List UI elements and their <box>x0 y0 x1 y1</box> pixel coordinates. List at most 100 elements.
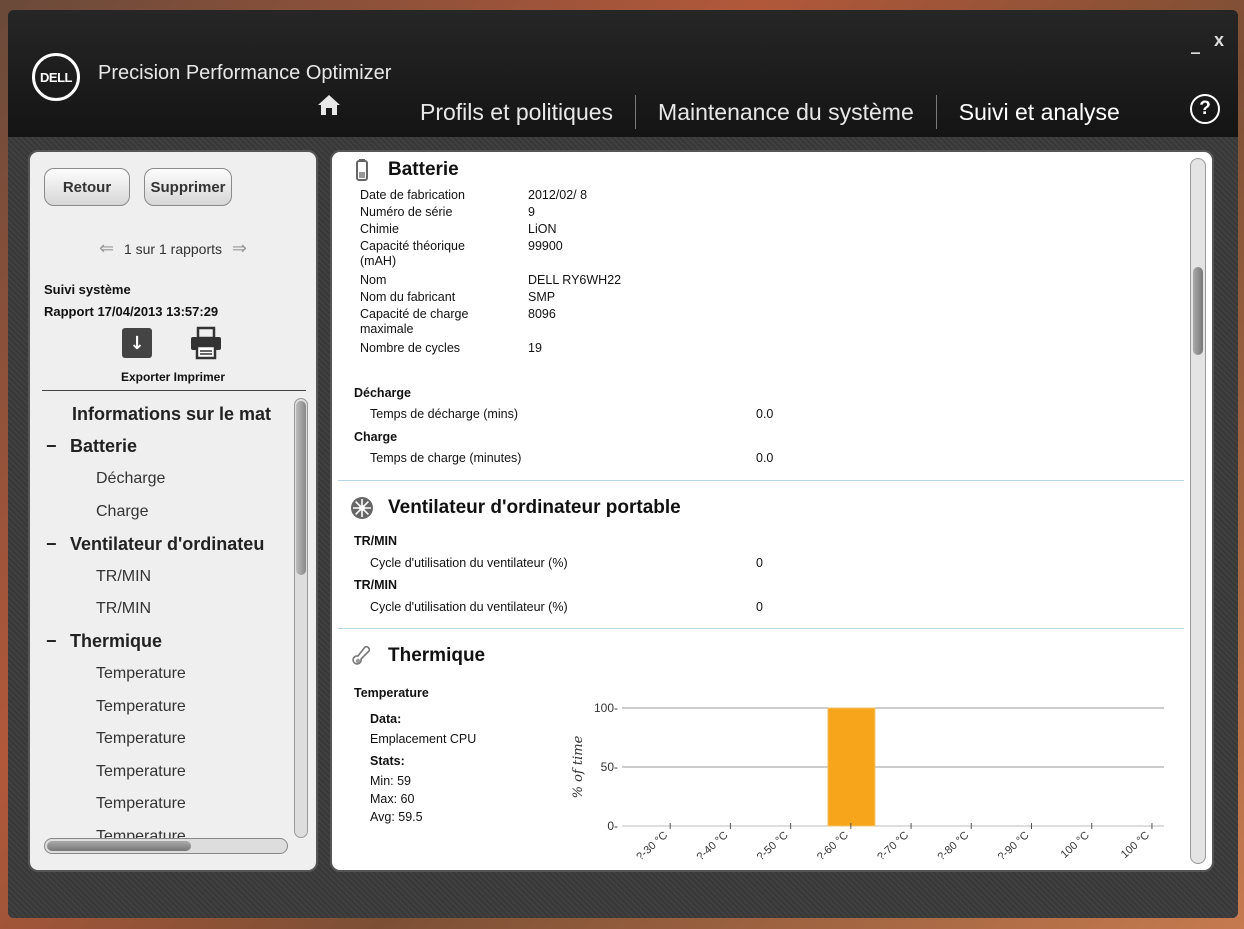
battery-field-label-line: Date de fabrication <box>360 188 465 202</box>
location-text: Emplacement CPU <box>370 732 477 746</box>
prev-arrow-icon[interactable]: ⇐ <box>99 238 114 258</box>
tree-leaf-item[interactable]: Charge <box>30 496 292 529</box>
battery-field-label-line: Capacité théorique <box>360 239 465 253</box>
battery-field-value: 2012/02/ 8 <box>528 188 588 202</box>
battery-header: Batterie <box>350 158 459 182</box>
report-title: Suivi système <box>44 282 131 297</box>
tree-leaf-item[interactable]: TR/MIN <box>30 561 292 594</box>
fan-duty-value-2: 0 <box>756 600 763 614</box>
y-tick-label: 0- <box>607 819 618 833</box>
pager-text: 1 sur 1 rapports <box>123 241 223 257</box>
tree-leaf-item[interactable]: Temperature <box>30 691 292 724</box>
tree-group-item[interactable]: − Thermique <box>30 626 292 659</box>
main-nav: Profils et politiques Maintenance du sys… <box>408 92 1142 132</box>
minimize-button[interactable]: _ <box>1191 34 1200 55</box>
fan-duty-label-1: Cycle d'utilisation du ventilateur (%) <box>370 556 568 570</box>
tree-group-item[interactable]: − Ventilateur d'ordinateu <box>30 528 292 561</box>
tree-horizontal-scroll-thumb[interactable] <box>47 841 191 851</box>
stat-min: Min: 59 <box>370 774 411 788</box>
battery-field-value: DELL RY6WH22 <box>528 273 622 287</box>
battery-field-label: Numéro de série <box>360 205 452 220</box>
battery-field-value: SMP <box>528 290 556 304</box>
battery-field-label-line: Numéro de série <box>360 205 453 219</box>
tree-vertical-scroll-thumb[interactable] <box>296 401 306 575</box>
nav-maintenance[interactable]: Maintenance du système <box>635 95 936 129</box>
battery-field-label: Date de fabrication <box>360 188 465 203</box>
x-tick-label: ?-70 °C <box>875 829 911 863</box>
next-arrow-icon[interactable]: ⇒ <box>232 238 247 258</box>
tree-vertical-scrollbar[interactable] <box>294 398 308 838</box>
x-tick-label: ?-80 °C <box>935 829 971 863</box>
tree-item-label: Temperature <box>96 730 186 748</box>
fan-title: Ventilateur d'ordinateur portable <box>388 497 681 518</box>
battery-field-label: Capacité de charge maximale <box>360 307 468 337</box>
battery-field-value: LiON <box>528 222 557 236</box>
export-download-icon[interactable]: ↓ <box>122 328 152 358</box>
battery-field-value: 19 <box>528 341 542 355</box>
fan-duty-label-2: Cycle d'utilisation du ventilateur (%) <box>370 600 568 614</box>
stats-label: Stats: <box>370 754 405 768</box>
x-tick-label: 100 °C <box>1119 829 1152 861</box>
tree-group-item[interactable]: − Batterie <box>30 431 292 464</box>
fan-rpm-header-2: TR/MIN <box>354 578 398 592</box>
tree-leaf-item[interactable]: Temperature <box>30 756 292 789</box>
y-axis-label: % of time <box>571 735 586 798</box>
battery-field-label: Nombre de cycles <box>360 341 460 356</box>
x-tick-label: ?-60 °C <box>815 829 851 863</box>
collapse-icon[interactable]: − <box>46 534 70 555</box>
fan-duty-value-1: 0 <box>756 556 763 570</box>
fan-header: Ventilateur d'ordinateur portable <box>350 496 681 520</box>
battery-field-value: 9 <box>528 205 535 219</box>
tree-item-label: Temperature <box>96 827 186 838</box>
thermal-title: Thermique <box>388 645 486 666</box>
tree-leaf-item[interactable]: Temperature <box>30 658 292 691</box>
home-icon[interactable] <box>316 92 342 118</box>
data-label: Data: <box>370 712 402 726</box>
report-details: Batterie Date de fabrication 2012/02/ 8 Nu… <box>330 150 1214 872</box>
details-vertical-scrollbar[interactable] <box>1190 158 1206 864</box>
stat-avg: Avg: 59.5 <box>370 810 423 824</box>
charge-label: Temps de charge (minutes) <box>370 451 522 465</box>
print-icon[interactable] <box>188 326 224 360</box>
tree-leaf-item[interactable]: Temperature <box>30 788 292 821</box>
tree-leaf-item[interactable]: Temperature <box>30 821 292 838</box>
section-separator <box>338 628 1184 629</box>
report-date: Rapport 17/04/2013 13:57:29 <box>44 304 219 319</box>
tree-leaf-item[interactable]: Temperature <box>30 723 292 756</box>
battery-field-label-line: Nom du fabricant <box>360 290 456 304</box>
details-vertical-scroll-thumb[interactable] <box>1193 267 1203 355</box>
tree-item-label: Temperature <box>96 795 186 813</box>
x-tick-label: ?-40 °C <box>695 829 731 863</box>
stat-max: Max: 60 <box>370 792 415 806</box>
close-button[interactable]: x <box>1214 30 1224 51</box>
tree-item-label: Informations sur le mat <box>72 403 272 424</box>
tree-item-label: Temperature <box>96 762 186 780</box>
x-tick-label: ?-90 °C <box>996 829 1032 863</box>
battery-title: Batterie <box>388 159 459 180</box>
back-button[interactable]: Retour <box>44 168 130 206</box>
collapse-icon[interactable]: − <box>46 436 70 457</box>
divider <box>42 390 306 391</box>
export-print-label: Exporter Imprimer <box>120 370 226 384</box>
tree-item-label: TR/MIN <box>96 600 152 618</box>
fan-icon <box>351 497 373 519</box>
tree-item-label: Décharge <box>96 470 166 488</box>
tree-leaf-item[interactable]: Décharge <box>30 463 292 496</box>
battery-field-label: Chimie <box>360 222 399 237</box>
tree-item-label: Temperature <box>96 665 186 683</box>
collapse-icon[interactable]: − <box>46 631 70 652</box>
thermal-header: Thermique <box>350 644 485 668</box>
tree-leaf-item[interactable]: TR/MIN <box>30 593 292 626</box>
report-pager: ⇐ 1 sur 1 rapports ⇒ <box>30 238 316 259</box>
temperature-histogram-chart: % of time 0- 50- 100- ?-30 °C ?-40 °C ?-50 °C?… <box>571 701 1164 863</box>
nav-monitoring[interactable]: Suivi et analyse <box>935 95 1142 129</box>
battery-field-label-line: Chimie <box>360 222 399 236</box>
charge-value: 0.0 <box>756 451 774 465</box>
nav-profiles[interactable]: Profils et politiques <box>408 95 635 129</box>
tree-root-item[interactable]: Informations sur le mat <box>30 398 292 431</box>
x-tick-label: 100 °C <box>1059 829 1092 861</box>
help-icon[interactable]: ? <box>1190 94 1220 124</box>
temperature-header: Temperature <box>354 686 429 700</box>
tree-horizontal-scrollbar[interactable] <box>44 838 288 854</box>
delete-button[interactable]: Supprimer <box>144 168 232 206</box>
